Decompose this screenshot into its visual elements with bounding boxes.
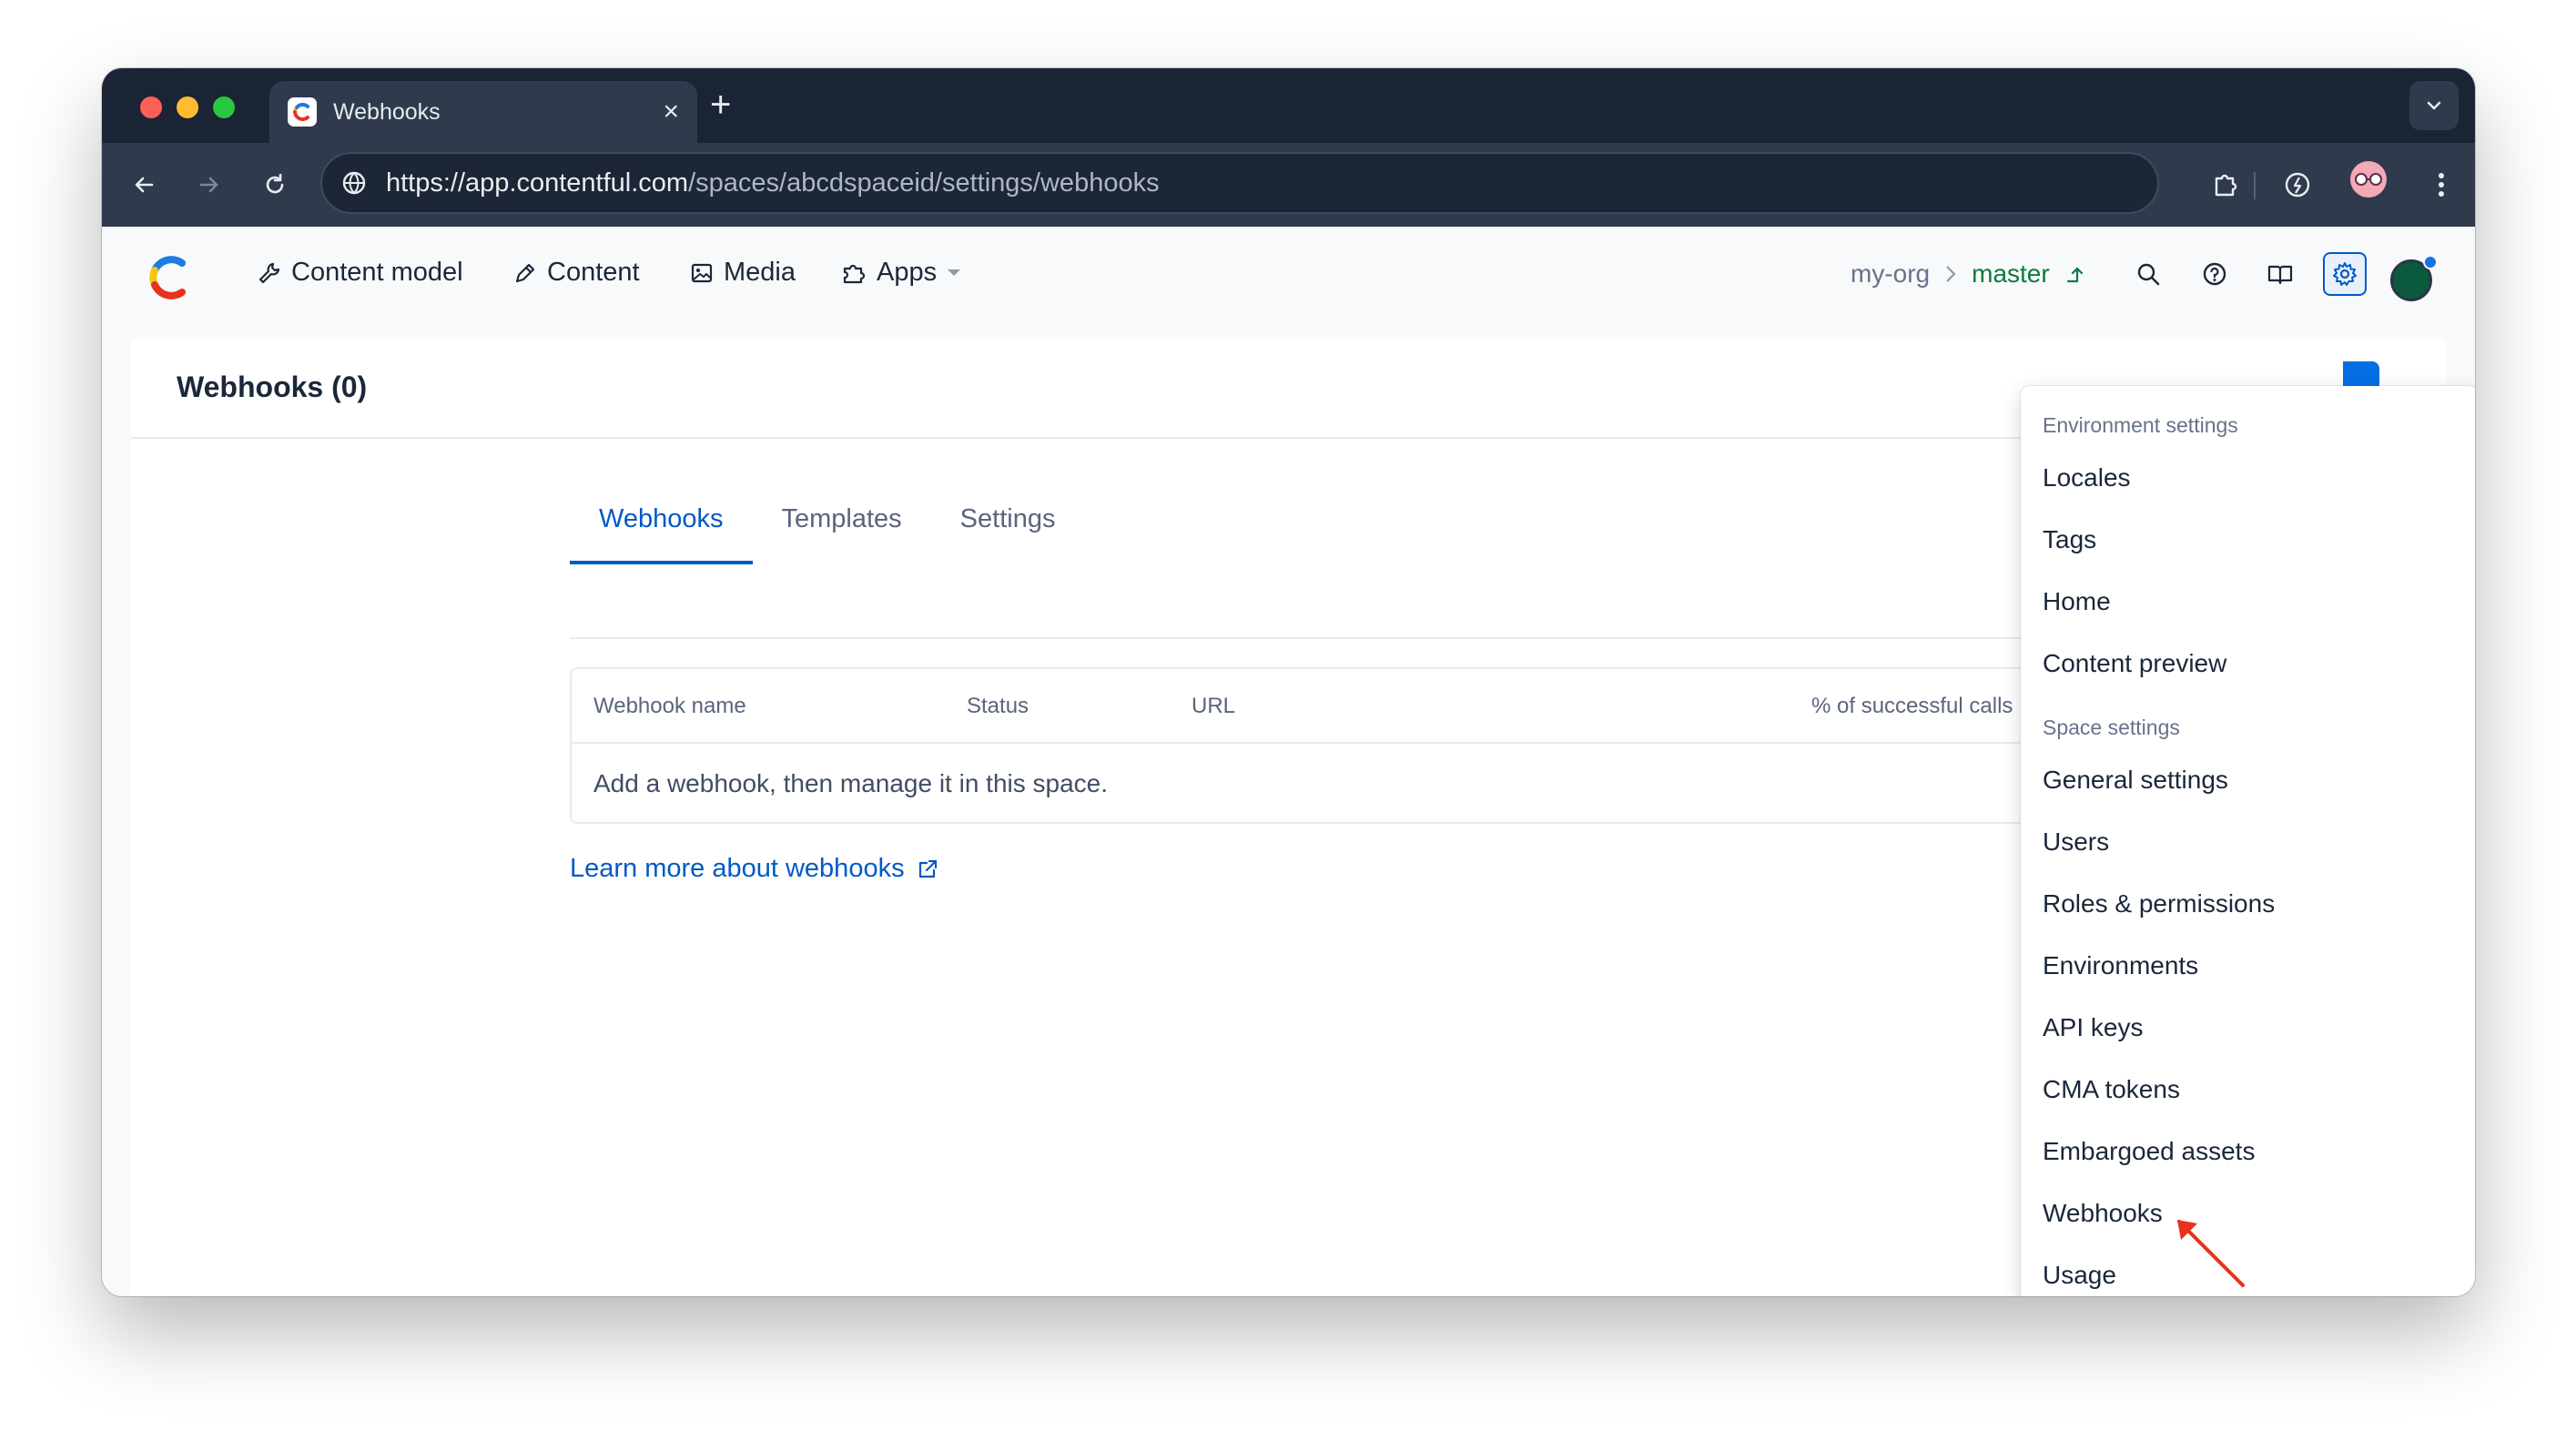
- puzzle-icon: [843, 264, 866, 283]
- section-environment-settings: Environment settings: [2043, 413, 2238, 437]
- nav-apps[interactable]: Apps: [840, 258, 962, 288]
- browser-toolbar: https://app.contentful.com/spaces/abcdsp…: [102, 143, 2475, 227]
- nav-content-model[interactable]: Content model: [257, 258, 463, 288]
- learn-more-label: Learn more about webhooks: [570, 854, 905, 883]
- tab-title: Webhooks: [333, 98, 441, 125]
- search-icon: [2137, 263, 2160, 286]
- help-button[interactable]: [2193, 252, 2236, 296]
- nav-content-label: Content: [547, 258, 640, 287]
- chevron-down-icon: [2427, 101, 2441, 110]
- new-tab-button[interactable]: +: [710, 86, 731, 123]
- webhooks-table: Webhook name Status URL % of successful …: [570, 667, 2063, 824]
- environment-name[interactable]: master: [1972, 259, 2050, 289]
- column-url: URL: [1192, 694, 1236, 718]
- gear-icon: [2333, 262, 2357, 286]
- extensions-button[interactable]: [2205, 165, 2245, 205]
- toolbar-divider: [2254, 172, 2256, 199]
- tab-strip: Webhooks × +: [102, 68, 2475, 143]
- contentful-favicon-icon: [288, 97, 317, 127]
- image-icon: [691, 263, 713, 282]
- caret-down-icon: [948, 269, 961, 276]
- puzzle-icon: [2215, 174, 2237, 197]
- browser-window: Webhooks × + https://app.contentful.com/…: [102, 68, 2475, 1296]
- browser-profile-avatar[interactable]: [2350, 161, 2387, 198]
- close-tab-icon[interactable]: ×: [663, 98, 679, 126]
- browser-tab[interactable]: Webhooks ×: [269, 81, 697, 143]
- reload-button[interactable]: [255, 165, 295, 205]
- notification-badge: [2423, 255, 2438, 269]
- chevron-right-icon: [1946, 266, 1956, 282]
- tab-search-button[interactable]: [2409, 81, 2459, 130]
- menu-item-general-settings[interactable]: General settings: [2043, 766, 2228, 795]
- settings-dropdown-menu: Environment settings Locales Tags Home C…: [2021, 386, 2475, 1296]
- menu-item-tags[interactable]: Tags: [2043, 525, 2096, 554]
- section-space-settings: Space settings: [2043, 716, 2180, 739]
- wrench-icon: [259, 262, 280, 283]
- page-title: Webhooks (0): [177, 370, 368, 403]
- forward-button[interactable]: [189, 165, 229, 205]
- nav-content[interactable]: Content: [512, 258, 640, 288]
- reload-icon: [266, 173, 284, 194]
- minimize-window-button[interactable]: [177, 96, 198, 118]
- menu-item-api-keys[interactable]: API keys: [2043, 1013, 2143, 1042]
- external-link-icon: [918, 859, 937, 878]
- glasses-icon: [2355, 173, 2382, 186]
- menu-item-roles-permissions[interactable]: Roles & permissions: [2043, 889, 2275, 918]
- empty-state-message: Add a webhook, then manage it in this sp…: [593, 769, 1109, 797]
- site-info-icon[interactable]: [340, 169, 368, 197]
- menu-item-usage[interactable]: Usage: [2043, 1261, 2116, 1290]
- org-name[interactable]: my-org: [1851, 259, 1930, 289]
- environment-breadcrumb[interactable]: my-org master: [1851, 259, 2086, 289]
- more-vertical-icon: [2439, 173, 2444, 197]
- menu-item-webhooks[interactable]: Webhooks: [2043, 1199, 2163, 1228]
- close-window-button[interactable]: [140, 96, 162, 118]
- column-webhook-name: Webhook name: [593, 694, 746, 718]
- menu-item-content-preview[interactable]: Content preview: [2043, 649, 2226, 678]
- nav-apps-label: Apps: [877, 258, 938, 287]
- app-navbar: Content model Content Media Apps my-org …: [102, 227, 2475, 318]
- menu-item-locales[interactable]: Locales: [2043, 463, 2131, 492]
- nav-content-model-label: Content model: [291, 258, 463, 287]
- tab-templates[interactable]: Templates: [753, 473, 931, 564]
- learn-more-link[interactable]: Learn more about webhooks: [570, 854, 939, 884]
- tab-webhooks[interactable]: Webhooks: [570, 473, 753, 564]
- menu-item-home[interactable]: Home: [2043, 587, 2111, 616]
- maximize-window-button[interactable]: [213, 96, 235, 118]
- arrow-right-icon: [199, 177, 218, 193]
- column-success-rate: % of successful calls: [1811, 694, 2013, 718]
- menu-item-users[interactable]: Users: [2043, 827, 2109, 857]
- contentful-logo-icon[interactable]: [147, 254, 191, 306]
- pen-icon: [515, 263, 535, 282]
- tab-settings[interactable]: Settings: [931, 473, 1085, 564]
- documentation-button[interactable]: [2258, 252, 2302, 296]
- webhooks-tabs: Webhooks Templates Settings: [570, 473, 1084, 564]
- settings-button[interactable]: [2323, 252, 2367, 296]
- search-button[interactable]: [2126, 252, 2170, 296]
- browser-menu-button[interactable]: [2421, 165, 2461, 205]
- url-text: https://app.contentful.com/spaces/abcdsp…: [386, 167, 1160, 198]
- menu-item-environments[interactable]: Environments: [2043, 951, 2198, 980]
- tabs-divider: [570, 637, 2063, 639]
- speedometer-icon: [2285, 172, 2310, 198]
- book-open-icon: [2267, 265, 2293, 285]
- nav-media-label: Media: [724, 258, 796, 287]
- performance-button[interactable]: [2277, 165, 2317, 205]
- menu-item-embargoed-assets[interactable]: Embargoed assets: [2043, 1137, 2255, 1166]
- environment-branch-icon: [2066, 267, 2083, 283]
- arrow-left-icon: [135, 177, 154, 193]
- annotation-arrow-icon: [2177, 1220, 2245, 1287]
- menu-item-cma-tokens[interactable]: CMA tokens: [2043, 1075, 2180, 1104]
- table-header: Webhook name Status URL % of successful …: [572, 669, 2061, 744]
- column-status: Status: [967, 694, 1029, 718]
- back-button[interactable]: [124, 165, 164, 205]
- help-icon: [2203, 262, 2226, 286]
- address-bar[interactable]: https://app.contentful.com/spaces/abcdsp…: [320, 152, 2159, 214]
- nav-media[interactable]: Media: [689, 258, 796, 288]
